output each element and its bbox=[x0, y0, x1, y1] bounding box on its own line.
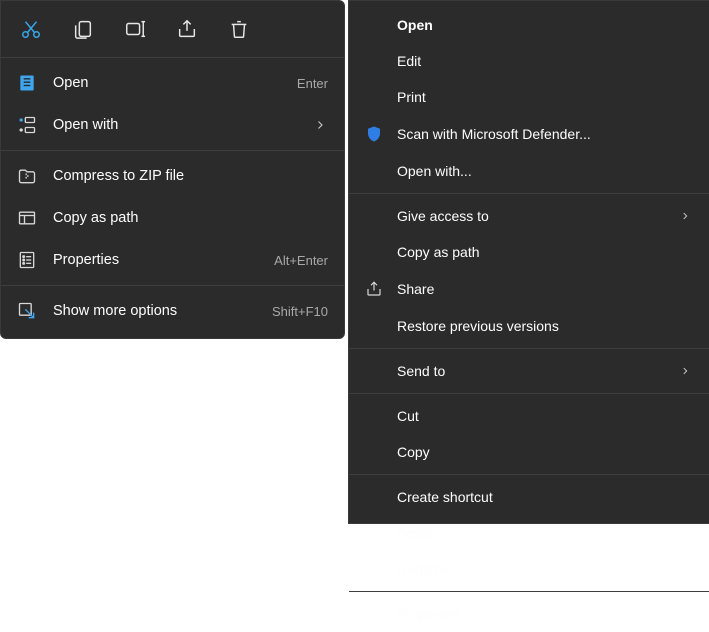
properties-icon bbox=[17, 250, 43, 270]
menu-item-label: Properties bbox=[397, 606, 693, 622]
menu-item-copy[interactable]: Copy bbox=[349, 434, 709, 470]
copy-button[interactable] bbox=[69, 15, 97, 43]
menu-item-edit[interactable]: Edit bbox=[349, 43, 709, 79]
menu-item-open[interactable]: Open bbox=[349, 7, 709, 43]
chevron-right-icon bbox=[677, 366, 693, 376]
menu-item-shortcut: Alt+Enter bbox=[274, 253, 328, 268]
menu-item-label: Open with bbox=[53, 117, 312, 133]
menu-item-label: Restore previous versions bbox=[397, 318, 693, 334]
shield-icon bbox=[365, 125, 389, 143]
context-menu-classic: Open Edit Print Scan with Microsoft Defe… bbox=[348, 0, 709, 524]
menu-item-label: Send to bbox=[397, 363, 677, 379]
menu-item-properties[interactable]: Properties Alt+Enter bbox=[1, 239, 344, 281]
separator bbox=[1, 57, 344, 58]
separator bbox=[349, 474, 709, 475]
chevron-right-icon bbox=[312, 119, 328, 131]
zip-icon bbox=[17, 166, 43, 186]
separator bbox=[349, 348, 709, 349]
menu-item-share[interactable]: Share bbox=[349, 270, 709, 308]
open-icon bbox=[17, 73, 43, 93]
menu-item-properties[interactable]: Properties bbox=[349, 596, 709, 632]
share-icon bbox=[365, 280, 389, 298]
menu-item-label: Print bbox=[397, 89, 693, 105]
menu-item-give-access[interactable]: Give access to bbox=[349, 198, 709, 234]
delete-button[interactable] bbox=[225, 15, 253, 43]
menu-item-create-shortcut[interactable]: Create shortcut bbox=[349, 479, 709, 515]
chevron-right-icon bbox=[677, 211, 693, 221]
context-menu-win11: Open Enter Open with Compress to ZIP fil… bbox=[0, 0, 345, 339]
menu-item-scan-defender[interactable]: Scan with Microsoft Defender... bbox=[349, 115, 709, 153]
separator bbox=[349, 393, 709, 394]
menu-item-label: Create shortcut bbox=[397, 489, 693, 505]
context-toolbar bbox=[1, 7, 344, 53]
show-more-icon bbox=[17, 301, 43, 321]
menu-item-shortcut: Enter bbox=[297, 76, 328, 91]
menu-item-label: Open bbox=[53, 75, 289, 91]
menu-item-label: Rename bbox=[397, 561, 693, 577]
share-button[interactable] bbox=[173, 15, 201, 43]
menu-item-copy-path[interactable]: Copy as path bbox=[1, 197, 344, 239]
menu-item-label: Show more options bbox=[53, 303, 264, 319]
menu-item-label: Cut bbox=[397, 408, 693, 424]
menu-item-send-to[interactable]: Send to bbox=[349, 353, 709, 389]
open-with-icon bbox=[17, 115, 43, 135]
menu-item-delete[interactable]: Delete bbox=[349, 515, 709, 551]
menu-item-shortcut: Shift+F10 bbox=[272, 304, 328, 319]
menu-item-label: Open bbox=[397, 17, 693, 33]
menu-item-label: Give access to bbox=[397, 208, 677, 224]
menu-item-rename[interactable]: Rename bbox=[349, 551, 709, 587]
menu-item-compress[interactable]: Compress to ZIP file bbox=[1, 155, 344, 197]
menu-item-label: Edit bbox=[397, 53, 693, 69]
menu-item-open-with[interactable]: Open with bbox=[1, 104, 344, 146]
cut-button[interactable] bbox=[17, 15, 45, 43]
menu-item-copy-path[interactable]: Copy as path bbox=[349, 234, 709, 270]
menu-item-label: Open with... bbox=[397, 163, 693, 179]
menu-item-label: Scan with Microsoft Defender... bbox=[397, 126, 693, 142]
menu-item-label: Compress to ZIP file bbox=[53, 168, 328, 184]
menu-item-label: Copy bbox=[397, 444, 693, 460]
copy-path-icon bbox=[17, 208, 43, 228]
menu-item-label: Properties bbox=[53, 252, 266, 268]
menu-item-label: Copy as path bbox=[397, 244, 693, 260]
rename-button[interactable] bbox=[121, 15, 149, 43]
menu-item-open-with[interactable]: Open with... bbox=[349, 153, 709, 189]
menu-item-open[interactable]: Open Enter bbox=[1, 62, 344, 104]
separator bbox=[349, 193, 709, 194]
menu-item-print[interactable]: Print bbox=[349, 79, 709, 115]
separator bbox=[1, 285, 344, 286]
menu-item-restore-versions[interactable]: Restore previous versions bbox=[349, 308, 709, 344]
separator bbox=[349, 591, 709, 592]
menu-item-label: Share bbox=[397, 281, 693, 297]
menu-item-label: Delete bbox=[397, 525, 693, 541]
menu-item-cut[interactable]: Cut bbox=[349, 398, 709, 434]
menu-item-show-more[interactable]: Show more options Shift+F10 bbox=[1, 290, 344, 332]
separator bbox=[1, 150, 344, 151]
menu-item-label: Copy as path bbox=[53, 210, 328, 226]
